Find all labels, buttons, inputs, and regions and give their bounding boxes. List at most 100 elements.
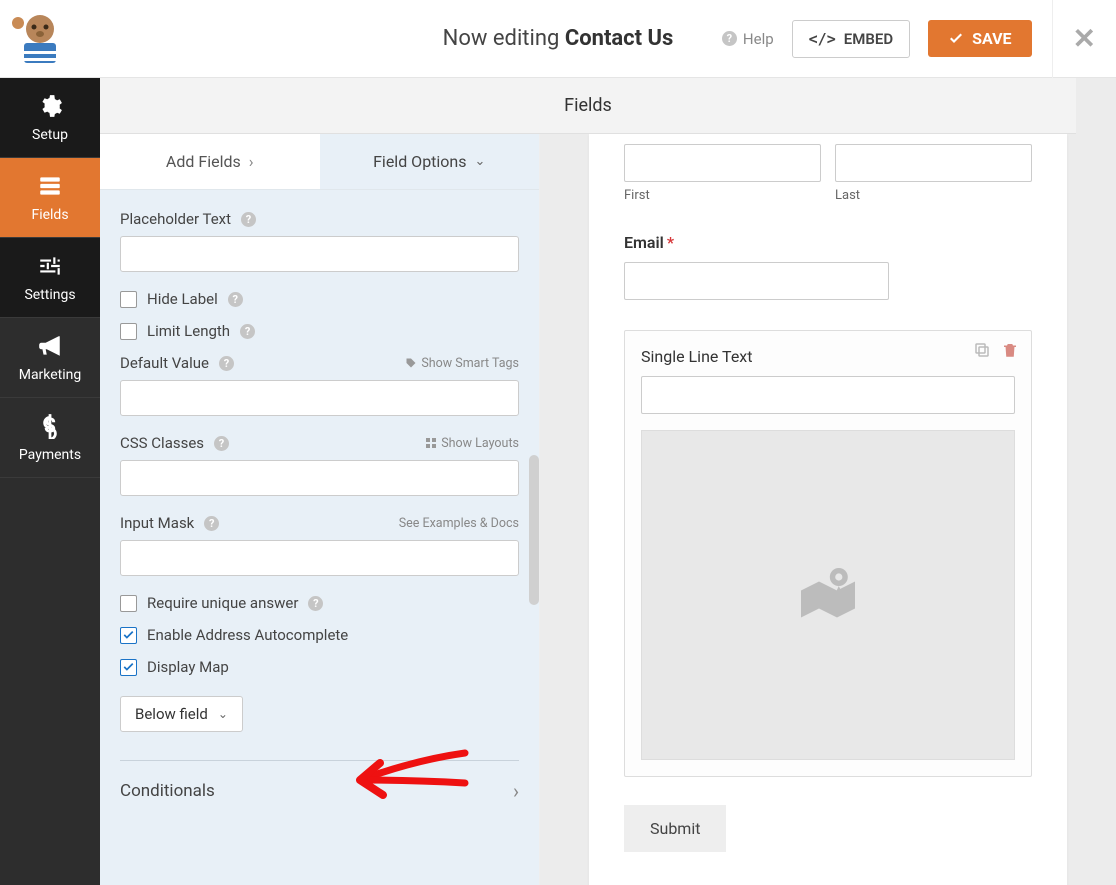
help-icon[interactable]: ? — [219, 356, 234, 371]
map-position-select[interactable]: Below field ⌄ — [120, 696, 243, 732]
tab-field-options-label: Field Options — [373, 152, 466, 171]
panel-title: Fields — [564, 95, 612, 116]
help-label: Help — [743, 30, 774, 48]
show-layouts-link[interactable]: Show Layouts — [425, 436, 519, 451]
css-classes-label: CSS Classes — [120, 434, 204, 452]
option-css-classes: CSS Classes? Show Layouts — [120, 434, 519, 496]
gear-icon — [37, 93, 63, 119]
option-input-mask: Input Mask? See Examples & Docs — [120, 514, 519, 576]
option-enable-autocomplete: Enable Address Autocomplete — [120, 626, 519, 644]
embed-label: EMBED — [844, 30, 893, 48]
tab-field-options[interactable]: Field Options ⌄ — [320, 134, 540, 189]
show-layouts-text: Show Layouts — [441, 436, 519, 451]
form-name: Contact Us — [565, 26, 674, 51]
help-circle-icon: ? — [722, 31, 737, 46]
css-classes-input[interactable] — [120, 460, 519, 496]
option-hide-label: Hide Label ? — [120, 290, 519, 308]
tab-add-fields[interactable]: Add Fields › — [100, 134, 320, 189]
option-require-unique: Require unique answer ? — [120, 594, 519, 612]
require-unique-checkbox[interactable] — [120, 595, 137, 612]
nav-fields-label: Fields — [31, 207, 68, 223]
form-icon — [37, 173, 63, 199]
check-icon — [948, 31, 964, 47]
panel-tabs: Add Fields › Field Options ⌄ — [100, 134, 539, 190]
trash-icon[interactable] — [1001, 341, 1019, 359]
hide-label-checkbox[interactable] — [120, 291, 137, 308]
email-label: Email — [624, 233, 664, 252]
help-icon[interactable]: ? — [308, 596, 323, 611]
first-name-sublabel: First — [624, 188, 821, 203]
svg-text:$: $ — [44, 413, 56, 438]
grid-icon — [425, 437, 437, 449]
single-line-label: Single Line Text — [641, 347, 752, 366]
nav-settings-label: Settings — [24, 287, 75, 303]
nav-payments[interactable]: $ Payments — [0, 398, 100, 478]
require-unique-text: Require unique answer — [147, 594, 298, 612]
top-actions: ? Help </> EMBED SAVE — [722, 20, 1032, 58]
nav-fields[interactable]: Fields — [0, 158, 100, 238]
default-value-label: Default Value — [120, 354, 209, 372]
top-bar: Now editing Contact Us ? Help </> EMBED … — [0, 0, 1116, 78]
show-smart-tags-link[interactable]: Show Smart Tags — [405, 356, 519, 371]
input-mask-label: Input Mask — [120, 514, 194, 532]
map-pin-icon — [783, 550, 873, 640]
see-examples-text: See Examples & Docs — [399, 516, 519, 531]
email-input[interactable] — [624, 262, 889, 300]
help-icon[interactable]: ? — [204, 516, 219, 531]
option-default-value: Default Value? Show Smart Tags — [120, 354, 519, 416]
help-icon[interactable]: ? — [228, 292, 243, 307]
help-link[interactable]: ? Help — [722, 30, 774, 48]
nav-setup[interactable]: Setup — [0, 78, 100, 158]
limit-length-checkbox[interactable] — [120, 323, 137, 340]
bullhorn-icon — [37, 333, 63, 359]
nav-payments-label: Payments — [19, 447, 81, 463]
input-mask-input[interactable] — [120, 540, 519, 576]
save-button[interactable]: SAVE — [928, 20, 1031, 57]
chevron-right-icon: › — [249, 152, 254, 171]
code-icon: </> — [809, 30, 836, 48]
display-map-checkbox[interactable] — [120, 659, 137, 676]
default-value-input[interactable] — [120, 380, 519, 416]
chevron-down-icon: ⌄ — [475, 154, 486, 169]
close-button[interactable]: ✕ — [1052, 0, 1096, 78]
nav-settings[interactable]: Settings — [0, 238, 100, 318]
selected-field-block[interactable]: Single Line Text — [624, 330, 1032, 777]
conditionals-section[interactable]: Conditionals › — [120, 761, 519, 803]
first-name-input[interactable] — [624, 144, 821, 182]
help-icon[interactable]: ? — [241, 212, 256, 227]
help-icon[interactable]: ? — [240, 324, 255, 339]
help-icon[interactable]: ? — [214, 436, 229, 451]
scrollbar-thumb[interactable] — [529, 455, 539, 605]
duplicate-icon[interactable] — [973, 341, 991, 359]
placeholder-input[interactable] — [120, 236, 519, 272]
single-line-input[interactable] — [641, 376, 1015, 414]
map-position-value: Below field — [135, 705, 208, 723]
autocomplete-checkbox[interactable] — [120, 627, 137, 644]
last-name-sublabel: Last — [835, 188, 1032, 203]
chevron-right-icon: › — [513, 779, 519, 803]
email-field-block: Email* — [624, 233, 1032, 300]
sliders-icon — [37, 253, 63, 279]
side-nav: Setup Fields Settings Marketing $ Paymen… — [0, 78, 100, 885]
display-map-text: Display Map — [147, 658, 229, 676]
save-label: SAVE — [972, 29, 1011, 48]
form-preview: First Last Email* — [589, 134, 1067, 885]
nav-setup-label: Setup — [32, 127, 68, 143]
editing-title: Now editing Contact Us — [443, 26, 674, 51]
nav-marketing[interactable]: Marketing — [0, 318, 100, 398]
tab-add-fields-label: Add Fields — [166, 152, 241, 171]
chevron-down-icon: ⌄ — [218, 707, 228, 721]
submit-button[interactable]: Submit — [624, 805, 726, 852]
autocomplete-text: Enable Address Autocomplete — [147, 626, 348, 644]
preview-pane: First Last Email* — [540, 78, 1116, 885]
options-panel: Add Fields › Field Options ⌄ Placeholder… — [100, 78, 540, 885]
embed-button[interactable]: </> EMBED — [792, 20, 910, 58]
option-placeholder: Placeholder Text? — [120, 210, 519, 272]
see-examples-link[interactable]: See Examples & Docs — [399, 516, 519, 531]
last-name-input[interactable] — [835, 144, 1032, 182]
app-logo — [10, 9, 70, 69]
dollar-icon: $ — [37, 413, 63, 439]
editing-prefix: Now editing — [443, 26, 565, 51]
required-asterisk: * — [667, 233, 674, 252]
option-limit-length: Limit Length ? — [120, 322, 519, 340]
